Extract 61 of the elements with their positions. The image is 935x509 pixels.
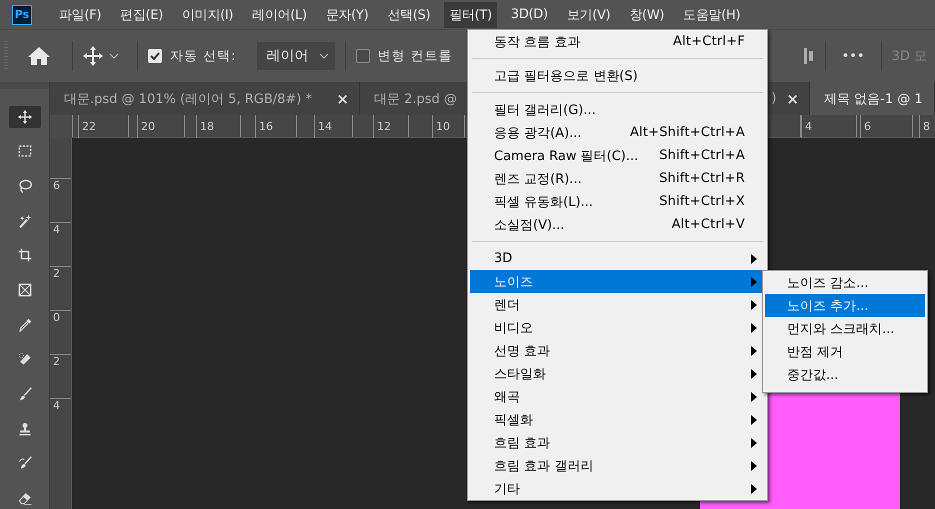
menu-item[interactable]: 스타일화 [470, 362, 765, 385]
menu-item[interactable]: 렌더 [470, 293, 765, 316]
app-logo: Ps [12, 4, 32, 24]
ruler-number: 4 [50, 222, 71, 266]
checkbox[interactable] [356, 49, 370, 63]
menu-item[interactable]: 노이즈 감소... [765, 271, 925, 294]
move-icon[interactable] [83, 46, 103, 66]
shortcut-text: Alt+Ctrl+V [672, 217, 745, 232]
menu-item[interactable]: 먼지와 스크래치... [765, 317, 925, 340]
menu-item[interactable]: 선명 효과 [470, 339, 765, 362]
menu-item[interactable]: 파일(F) [54, 2, 106, 28]
menu-item[interactable]: 레이어(L) [247, 2, 312, 28]
menu-item[interactable]: 보기(V) [562, 2, 616, 28]
menu-item[interactable]: Camera Raw 필터(C)... Shift+Ctrl+A [470, 144, 765, 167]
close-button[interactable]: × [336, 90, 349, 108]
menu-item[interactable]: 반점 제거 [765, 340, 925, 363]
menu-item[interactable]: 소실점(V)... Alt+Ctrl+V [470, 213, 765, 236]
layer-dropdown[interactable]: 레이어 [256, 42, 335, 70]
document-tab[interactable]: 제목 없음-1 @ 1 [810, 82, 935, 115]
menu-item[interactable]: 중간값... [765, 363, 925, 386]
menu-item[interactable]: 고급 필터용으로 변환(S) [470, 64, 765, 87]
menu-item[interactable]: 픽셀화 [470, 408, 765, 431]
checkbox-label: 변형 컨트롤 [378, 48, 453, 65]
menu-item[interactable]: 픽셀 유동화(L)... Shift+Ctrl+X [470, 190, 765, 213]
ruler-number: 2 [50, 266, 71, 310]
shortcut-text: Alt+Ctrl+F [673, 34, 745, 49]
more-button[interactable]: ••• [836, 48, 871, 64]
ruler-number: 6 [50, 178, 71, 222]
menu-item[interactable]: 3D(D) [506, 3, 553, 26]
move-icon[interactable] [8, 106, 40, 128]
ruler-number: 2 [50, 354, 71, 398]
menu-item[interactable]: 문자(Y) [320, 2, 374, 28]
close-button[interactable]: × [786, 90, 799, 108]
menu-item[interactable]: 이미지(I) [176, 2, 238, 28]
caret-icon[interactable] [109, 53, 119, 59]
align-icon[interactable] [802, 47, 815, 65]
ruler-number: 0 [50, 310, 71, 354]
caret-icon[interactable] [318, 53, 329, 59]
menu-item[interactable]: 도움말(H) [678, 2, 746, 28]
menu-item[interactable]: 노이즈 추가... [765, 294, 925, 317]
menu-item[interactable]: 렌즈 교정(R)... Shift+Ctrl+R [470, 167, 765, 190]
menu-item[interactable]: 흐림 효과 갤러리 [470, 454, 765, 477]
shortcut-text: Alt+Shift+Ctrl+A [630, 125, 745, 140]
shortcut-text: Shift+Ctrl+X [659, 194, 745, 209]
home-icon[interactable] [28, 46, 50, 66]
menu-item[interactable]: 왜곡 [470, 385, 765, 408]
ruler-number: 4 [50, 398, 71, 442]
shortcut-text: Shift+Ctrl+R [659, 171, 745, 186]
menu-item[interactable]: 창(W) [624, 2, 670, 28]
checkbox-label: 자동 선택: [170, 48, 237, 65]
menu-item[interactable]: 비디오 [470, 316, 765, 339]
menu-item[interactable]: 선택(S) [382, 2, 436, 28]
menu-item[interactable]: 기타 [470, 477, 765, 500]
menu-item[interactable]: 흐림 효과 [470, 431, 765, 454]
menu-item[interactable]: 필터(T) [444, 2, 497, 28]
tab-title-tail: ) [771, 91, 776, 106]
shortcut-text: Shift+Ctrl+A [659, 148, 745, 163]
menu-item[interactable]: 편집(E) [115, 2, 168, 28]
menu-item[interactable]: 3D [470, 247, 765, 270]
menu-item[interactable]: 동작 흐름 효과 Alt+Ctrl+F [470, 30, 765, 53]
menu-item[interactable]: 노이즈 [470, 270, 765, 293]
